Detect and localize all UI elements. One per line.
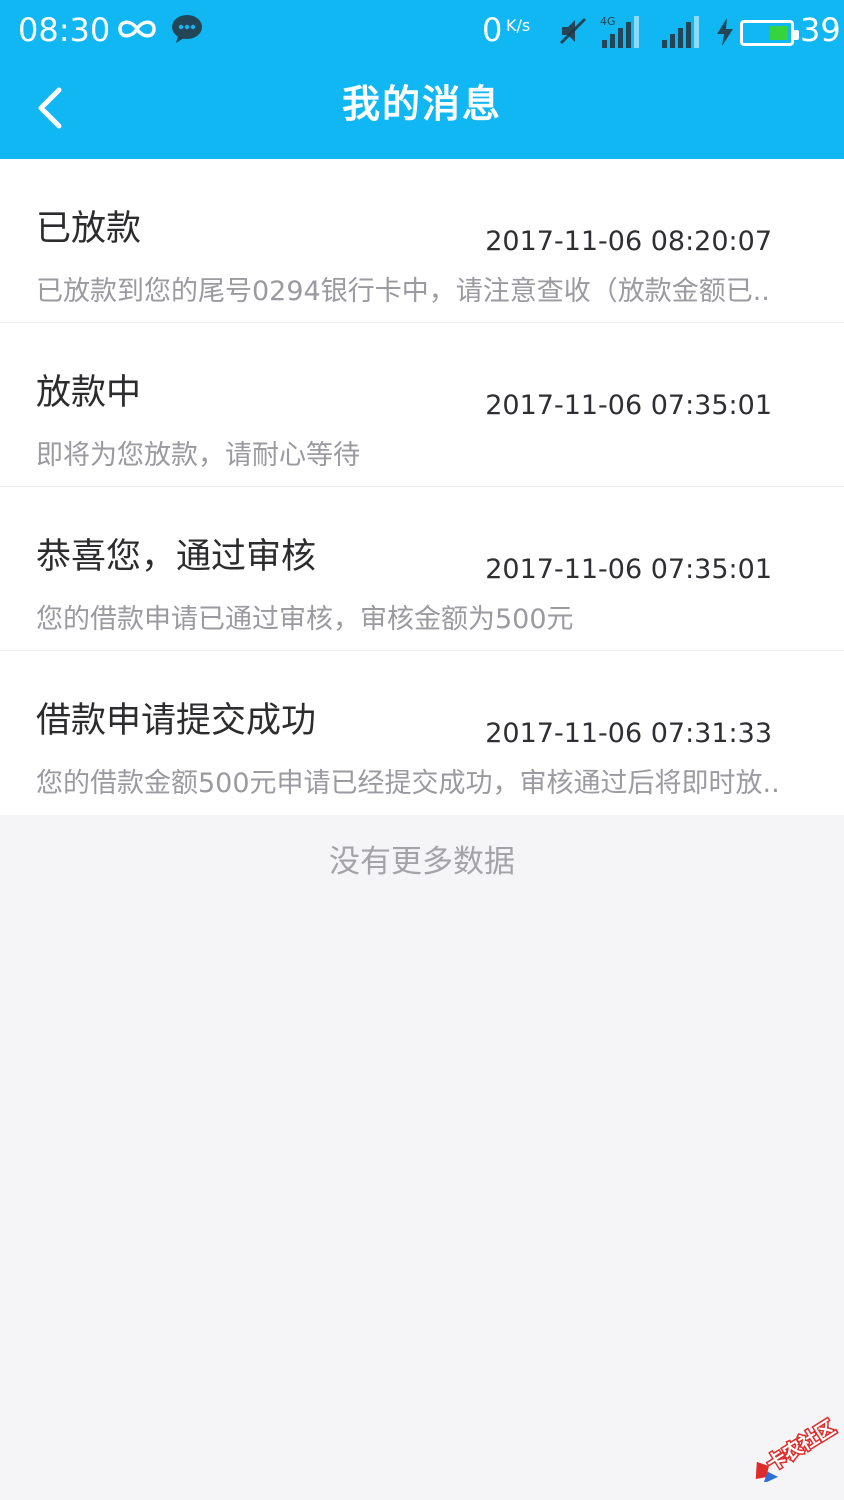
message-item[interactable]: 放款中 2017-11-06 07:35:01 即将为您放款，请耐心等待 [0, 323, 844, 487]
message-list: 已放款 2017-11-06 08:20:07 已放款到您的尾号0294银行卡中… [0, 159, 844, 815]
watermark-logo: 卡农社区 [755, 1414, 840, 1482]
message-item[interactable]: 借款申请提交成功 2017-11-06 07:31:33 您的借款金额500元申… [0, 651, 844, 815]
message-preview: 您的借款金额500元申请已经提交成功，审核通过后将即时放.. [36, 768, 780, 799]
message-title: 恭喜您，通过审核 [36, 537, 317, 577]
battery-cap [794, 30, 799, 40]
message-item[interactable]: 恭喜您，通过审核 2017-11-06 07:35:01 您的借款申请已通过审核… [0, 487, 844, 651]
message-preview: 即将为您放款，请耐心等待 [36, 440, 360, 471]
signal-4g-label: 4G [600, 15, 616, 28]
infinity-icon [118, 20, 156, 38]
wechat-icon [172, 15, 202, 43]
top-app-bar: 08:30 0 K/s 4G 39 我的消息 [0, 0, 844, 159]
title-bar: 我的消息 [0, 60, 844, 159]
message-time: 2017-11-06 07:35:01 [485, 554, 772, 585]
message-title: 已放款 [36, 209, 142, 249]
status-bar: 08:30 0 K/s 4G 39 [0, 0, 844, 60]
signal-icon [662, 16, 699, 48]
signal-4g-icon: 4G [600, 15, 639, 48]
message-time: 2017-11-06 07:31:33 [485, 718, 772, 749]
message-time: 2017-11-06 07:35:01 [485, 390, 772, 421]
no-more-data-text: 没有更多数据 [329, 844, 515, 880]
page-title: 我的消息 [341, 82, 502, 126]
charging-icon [717, 18, 733, 46]
battery-level: 39 [800, 11, 841, 49]
watermark-text: 卡农社区 [763, 1416, 840, 1476]
message-preview: 您的借款申请已通过审核，审核金额为500元 [36, 604, 574, 635]
message-title: 放款中 [36, 373, 142, 413]
message-item[interactable]: 已放款 2017-11-06 08:20:07 已放款到您的尾号0294银行卡中… [0, 159, 844, 323]
battery-icon [740, 20, 799, 46]
network-unit: K/s [506, 16, 531, 35]
network-speed: 0 [482, 11, 503, 49]
message-time: 2017-11-06 08:20:07 [485, 226, 772, 257]
status-time: 08:30 [18, 11, 111, 49]
message-preview: 已放款到您的尾号0294银行卡中，请注意查收（放款金额已.. [36, 276, 770, 307]
message-title: 借款申请提交成功 [36, 701, 317, 741]
mute-icon [559, 17, 587, 45]
battery-fill [770, 26, 788, 40]
